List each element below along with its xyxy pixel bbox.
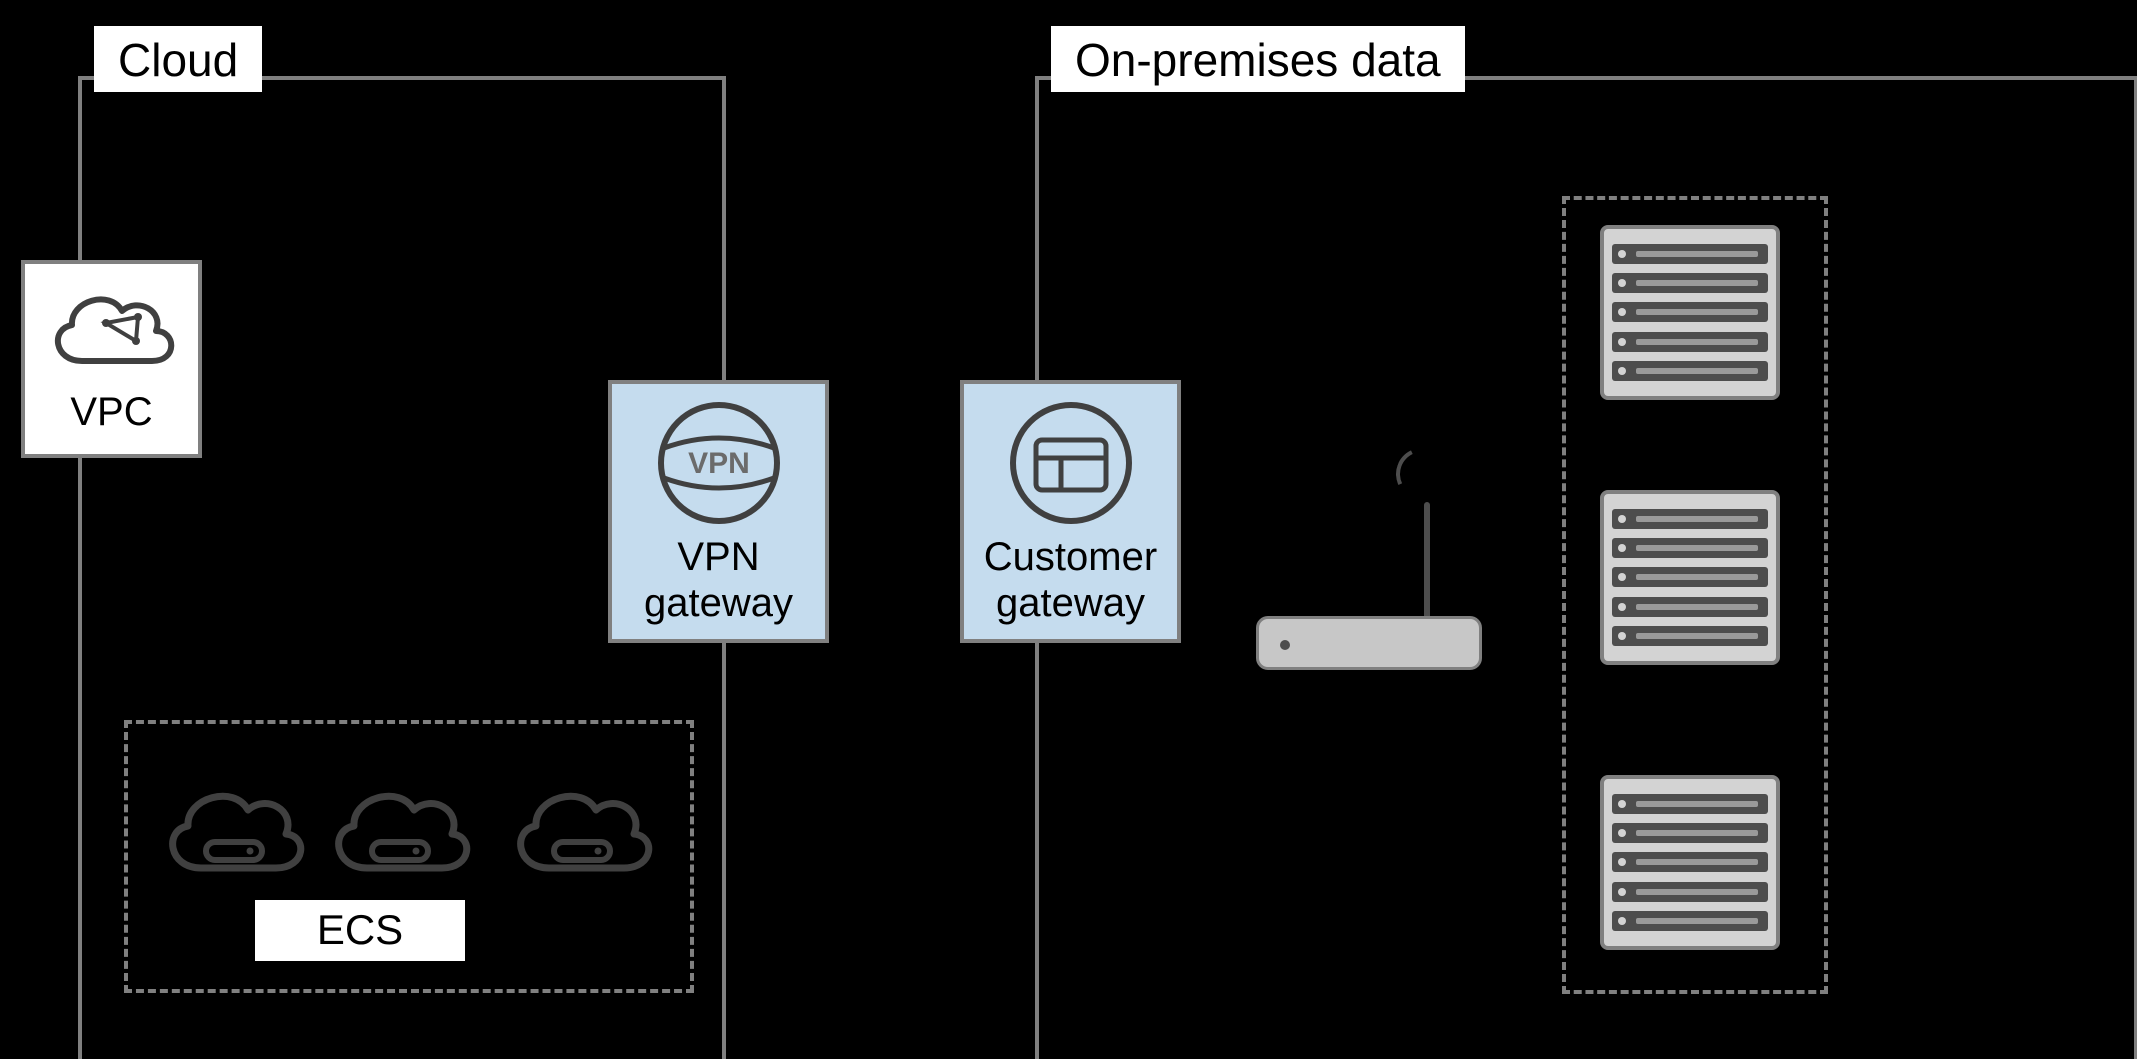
server-rack-unit (1612, 538, 1768, 558)
server-rack-unit (1612, 794, 1768, 814)
router (1256, 440, 1486, 670)
vpc-node: VPC (21, 260, 202, 458)
server-rack-unit (1612, 852, 1768, 872)
server-rack-unit (1612, 302, 1768, 322)
gateway-window-icon (1006, 398, 1136, 528)
ecs-cloud-icon (156, 776, 306, 896)
customer-gateway-label-2: gateway (996, 580, 1145, 626)
ecs-instance-1 (156, 776, 306, 896)
vpn-circle-icon: VPN (654, 398, 784, 528)
ecs-cloud-icon (504, 776, 654, 896)
cloud-region-label: Cloud (94, 26, 262, 92)
server-rack-unit (1612, 597, 1768, 617)
customer-gateway-node: Customer gateway (960, 380, 1181, 643)
server-rack-unit (1612, 911, 1768, 931)
server-rack-3 (1600, 775, 1780, 950)
vpn-gateway-label-2: gateway (644, 580, 793, 626)
ecs-instance-3 (504, 776, 654, 896)
server-rack-unit (1612, 509, 1768, 529)
svg-text:VPN: VPN (688, 447, 750, 480)
vpn-gateway-node: VPN VPN gateway (608, 380, 829, 643)
server-rack-unit (1612, 244, 1768, 264)
customer-gateway-label-1: Customer (984, 534, 1157, 580)
ecs-instance-2 (322, 776, 472, 896)
server-rack-unit (1612, 332, 1768, 352)
diagram-canvas: Cloud On-premises data VPC VPN VPN gatew… (0, 0, 2137, 1059)
server-rack-1 (1600, 225, 1780, 400)
server-rack-unit (1612, 882, 1768, 902)
vpc-label: VPC (70, 389, 152, 435)
router-antenna-icon (1424, 502, 1430, 622)
vpc-cloud-icon (42, 283, 182, 383)
onprem-region-label: On-premises data (1051, 26, 1465, 92)
server-rack-unit (1612, 823, 1768, 843)
server-rack-unit (1612, 626, 1768, 646)
router-led-icon (1280, 640, 1290, 650)
vpn-gateway-label-1: VPN (677, 534, 759, 580)
server-rack-unit (1612, 273, 1768, 293)
router-wave-icon (1389, 441, 1456, 508)
ecs-group-label: ECS (255, 900, 465, 961)
ecs-cloud-icon (322, 776, 472, 896)
server-rack-2 (1600, 490, 1780, 665)
server-rack-unit (1612, 361, 1768, 381)
server-rack-unit (1612, 567, 1768, 587)
